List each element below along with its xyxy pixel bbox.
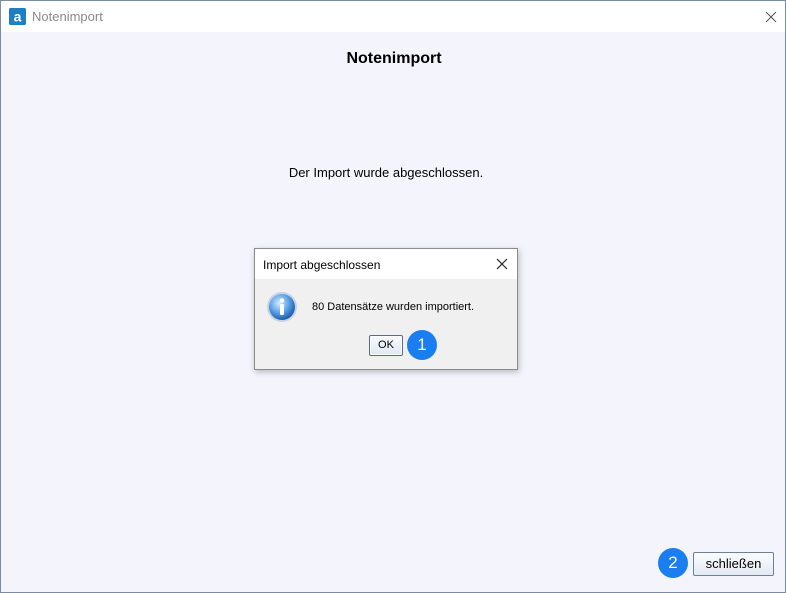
import-complete-dialog: Import abgeschlossen 80 Datensätze wurde…: [254, 248, 518, 370]
svg-text:a: a: [14, 9, 22, 25]
window-close-button[interactable]: [756, 6, 786, 28]
dialog-titlebar[interactable]: Import abgeschlossen: [255, 249, 517, 279]
callout-badge-2: 2: [658, 548, 688, 578]
dialog-message: 80 Datensätze wurden importiert.: [312, 301, 475, 313]
ok-button[interactable]: OK: [369, 335, 403, 356]
close-icon: [765, 11, 777, 23]
window-title: Notenimport: [32, 9, 103, 24]
close-icon: [496, 258, 508, 270]
page-title: Notenimport: [346, 50, 442, 67]
app-logo-icon: a: [9, 8, 26, 25]
dialog-close-button[interactable]: [491, 255, 513, 273]
dialog-title: Import abgeschlossen: [263, 258, 381, 272]
window-titlebar[interactable]: a Notenimport: [1, 1, 785, 32]
info-icon: [266, 291, 298, 323]
callout-badge-1: 1: [407, 330, 437, 360]
import-status-text: Der Import wurde abgeschlossen.: [288, 165, 484, 180]
close-button[interactable]: schließen: [693, 552, 774, 576]
